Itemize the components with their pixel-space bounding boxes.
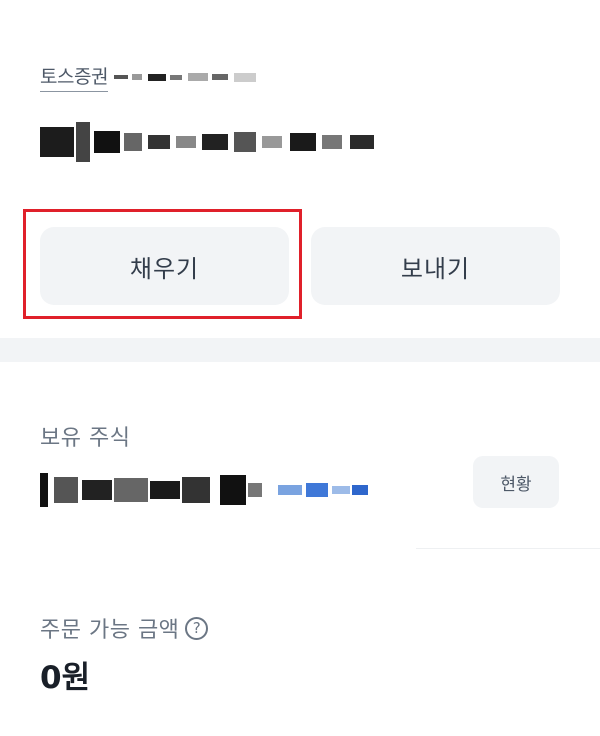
holdings-status-button[interactable]: 현황 <box>473 456 559 508</box>
account-header: 토스증권 <box>40 62 256 92</box>
send-button[interactable]: 보내기 <box>311 227 560 305</box>
highlight-annotation <box>23 209 302 319</box>
broker-name[interactable]: 토스증권 <box>40 62 108 92</box>
account-section: 토스증권 채우기 보내기 <box>0 0 600 338</box>
holdings-label: 보유 주식 <box>40 426 131 451</box>
redacted-holdings-value <box>40 470 368 510</box>
help-icon[interactable]: ? <box>185 616 209 640</box>
redacted-account-number <box>113 72 256 82</box>
orderable-amount-row: 주문 가능 금액 ? <box>40 612 209 644</box>
redacted-balance <box>40 118 374 166</box>
orderable-amount-value: 0원 <box>40 660 91 696</box>
section-divider <box>0 338 600 362</box>
orderable-amount-label: 주문 가능 금액 <box>40 618 180 643</box>
row-divider <box>416 548 600 549</box>
